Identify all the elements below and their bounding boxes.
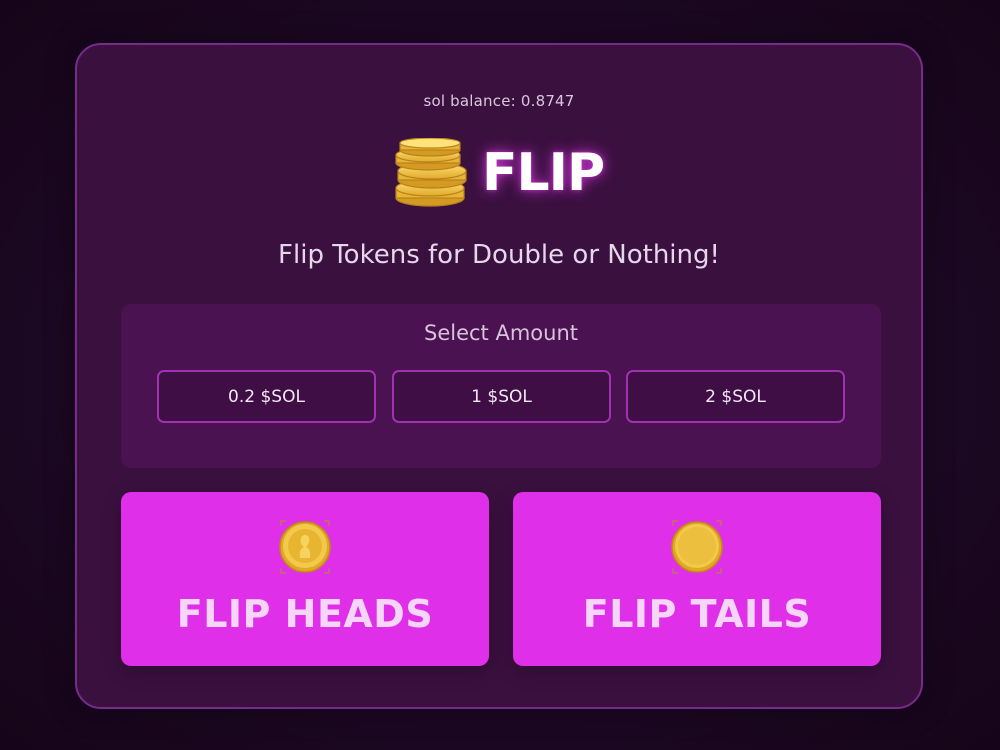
coin-tails-icon [669,518,725,580]
tagline: Flip Tokens for Double or Nothing! [278,240,720,270]
select-amount-title: Select Amount [424,321,578,345]
amount-option-2-sol[interactable]: 2 $SOL [626,370,845,423]
flip-heads-button[interactable]: FLIP HEADS [121,492,489,666]
sol-balance: sol balance: 0.8747 [423,92,575,110]
amount-option-1-sol[interactable]: 1 $SOL [392,370,611,423]
flip-tails-label: FLIP TAILS [582,592,812,636]
logo: FLIP [77,133,921,213]
flip-heads-label: FLIP HEADS [176,592,434,636]
coin-heads-icon [277,518,333,580]
coin-stack-icon [394,138,470,208]
amount-option-0-2-sol[interactable]: 0.2 $SOL [157,370,376,423]
flip-tails-button[interactable]: FLIP TAILS [513,492,881,666]
flip-card: sol balance: 0.8747 FLIP Flip Tokens for… [75,43,923,709]
logo-text: FLIP [481,143,605,203]
amount-selector: Select Amount 0.2 $SOL 1 $SOL 2 $SOL [121,304,881,468]
